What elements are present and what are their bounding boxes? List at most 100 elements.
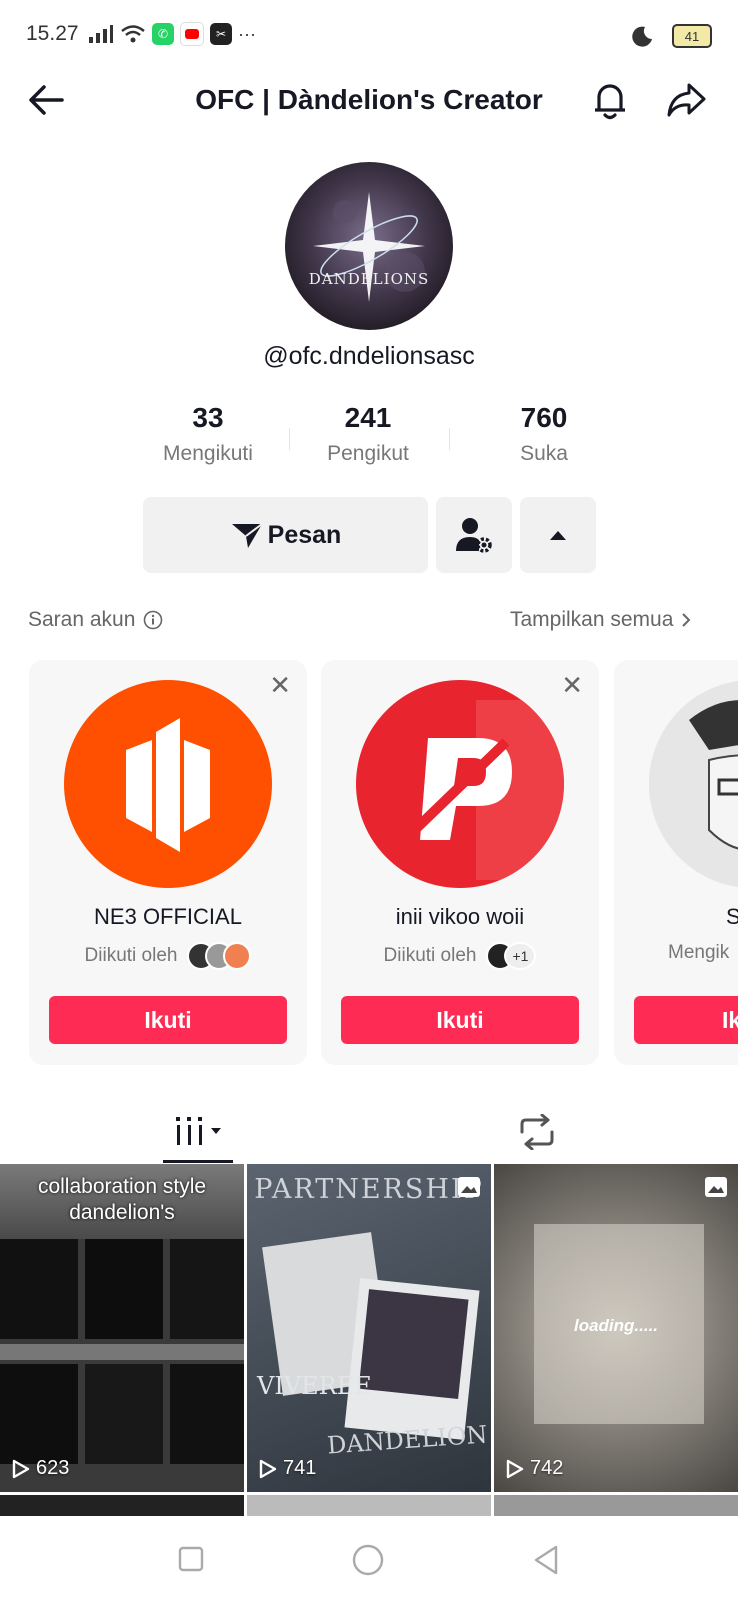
suggestion-card[interactable]: ✕ NE3 OFFICIAL Diikuti oleh Ikuti: [29, 660, 307, 1065]
share-button[interactable]: [662, 76, 710, 124]
photo-post-icon: [458, 1177, 480, 1197]
followed-by-label: Diikuti oleh: [84, 945, 178, 966]
view-count: 741: [259, 1457, 316, 1480]
suggestion-card[interactable]: ✕ inii vikoo woii Diikuti oleh +1 Ikuti: [321, 660, 599, 1065]
manga-portrait-avatar: [649, 680, 738, 888]
followed-by: Mengik: [668, 942, 730, 963]
video-thumbnail[interactable]: loading..... 742: [494, 1164, 738, 1492]
p-logo-icon: [392, 700, 564, 880]
following-label: Mengikuti: [163, 442, 253, 465]
profile-avatar[interactable]: DANDELIONS: [285, 162, 453, 330]
suggestion-avatar: [356, 680, 564, 888]
mutual-more-count: +1: [504, 942, 537, 970]
user-settings-button[interactable]: [436, 497, 512, 573]
stat-likes[interactable]: 760 Suka: [464, 402, 624, 466]
follow-button[interactable]: Ikuti: [341, 996, 579, 1044]
view-count-value: 623: [36, 1457, 70, 1479]
thumbnail-polaroid: [344, 1278, 480, 1440]
thumbnail-caption: PARTNERSHIP: [254, 1174, 484, 1205]
recents-square-icon[interactable]: [178, 1546, 204, 1572]
followers-count: 241: [344, 402, 392, 433]
status-time: 15.27: [26, 22, 79, 45]
suggestion-name: NE3 OFFICIAL: [94, 904, 242, 929]
show-all-label: Tampilkan semua: [510, 608, 674, 631]
mutual-avatar: [223, 942, 252, 970]
user-gear-icon: [456, 518, 492, 553]
thumbnail-caption: collaboration style dandelion's: [37, 1175, 207, 1224]
suggestion-card[interactable]: S Mengik Ik: [614, 660, 738, 1065]
stat-divider: [449, 428, 450, 450]
view-count: 623: [12, 1457, 69, 1480]
followed-by-label: Diikuti oleh: [383, 945, 477, 966]
follow-button[interactable]: Ik: [634, 996, 738, 1044]
video-thumbnail[interactable]: collaboration style dandelion's 623: [0, 1164, 244, 1492]
video-thumbnail[interactable]: PARTNERSHIP VIVEREE DANDELION 741: [247, 1164, 491, 1492]
stat-followers[interactable]: 241 Pengikut: [288, 402, 448, 466]
likes-count: 760: [520, 402, 568, 433]
thumbnail-caption-secondary: VIVEREE: [257, 1372, 372, 1400]
whatsapp-icon: ✆: [152, 23, 174, 45]
likes-label: Suka: [520, 442, 568, 465]
tab-videos[interactable]: [163, 1098, 233, 1164]
chevron-right-icon: [682, 613, 691, 627]
view-count: 742: [506, 1457, 563, 1480]
notification-button[interactable]: [586, 76, 634, 124]
thumbnail-panel: [0, 1239, 78, 1339]
youtube-icon: [180, 22, 204, 46]
mutual-avatars: [187, 942, 252, 970]
message-label: Pesan: [267, 520, 342, 549]
thumbnail-polaroid-photo: [358, 1289, 469, 1400]
repost-icon: [520, 1114, 554, 1150]
dismiss-suggestion-button[interactable]: ✕: [269, 670, 291, 701]
suggestion-avatar: [649, 680, 738, 888]
do-not-disturb-icon: [632, 26, 652, 47]
thumbnail-panel: [85, 1364, 163, 1464]
caret-down-icon: [211, 1128, 221, 1134]
status-icons: ✆ ✂ ···: [88, 22, 256, 46]
thumbnail-panel: [170, 1239, 244, 1339]
profile-handle: @ofc.dndelionsasc: [263, 342, 475, 370]
view-count-value: 742: [530, 1457, 564, 1479]
signal-icon: [89, 25, 113, 43]
photo-post-icon: [705, 1177, 727, 1197]
follow-button[interactable]: Ikuti: [49, 996, 287, 1044]
share-arrow-icon: [667, 83, 706, 117]
thumbnail-panel: [85, 1239, 163, 1339]
message-button[interactable]: Pesan: [143, 497, 428, 573]
followed-by: Diikuti oleh: [29, 942, 307, 970]
suggestion-name: inii vikoo woii: [395, 904, 525, 929]
ne3-logo-icon: [126, 718, 210, 852]
suggestion-name: S: [726, 904, 738, 929]
active-tab-indicator: [163, 1160, 233, 1163]
show-all-link[interactable]: Tampilkan semua: [510, 608, 691, 632]
system-navigation-bar: [0, 1516, 738, 1600]
following-count: 33: [192, 402, 224, 433]
bell-icon: [595, 84, 625, 120]
send-icon: [231, 523, 263, 548]
info-icon[interactable]: [143, 610, 163, 630]
thumbnail-strip: [0, 1344, 244, 1360]
thumbnail-panel: [0, 1364, 78, 1464]
expand-suggestions-button[interactable]: [520, 497, 596, 573]
content-tabs: [0, 1098, 738, 1164]
caret-up-icon: [550, 531, 566, 540]
dismiss-suggestion-button[interactable]: ✕: [561, 670, 583, 701]
more-notifications-icon: ···: [238, 23, 256, 44]
thumbnail-panel: [170, 1364, 244, 1464]
back-triangle-icon[interactable]: [532, 1544, 560, 1576]
grid-videos-icon: [176, 1117, 202, 1145]
home-circle-icon[interactable]: [352, 1544, 384, 1576]
view-count-value: 741: [283, 1457, 317, 1479]
suggested-accounts-label: Saran akun: [28, 608, 136, 631]
suggestion-avatar: [64, 680, 272, 888]
play-icon: [506, 1459, 524, 1478]
tab-reposts[interactable]: [512, 1110, 562, 1154]
wifi-icon: [121, 25, 145, 43]
mutual-avatars: +1: [486, 942, 537, 970]
status-bar: 15.27 ✆ ✂ ··· 41: [0, 0, 738, 70]
followed-by: Diikuti oleh +1: [321, 942, 599, 970]
stat-following[interactable]: 33 Mengikuti: [128, 402, 288, 466]
battery-icon: 41: [672, 24, 712, 48]
play-icon: [12, 1459, 30, 1478]
avatar-logo-text: DANDELIONS: [309, 270, 430, 288]
